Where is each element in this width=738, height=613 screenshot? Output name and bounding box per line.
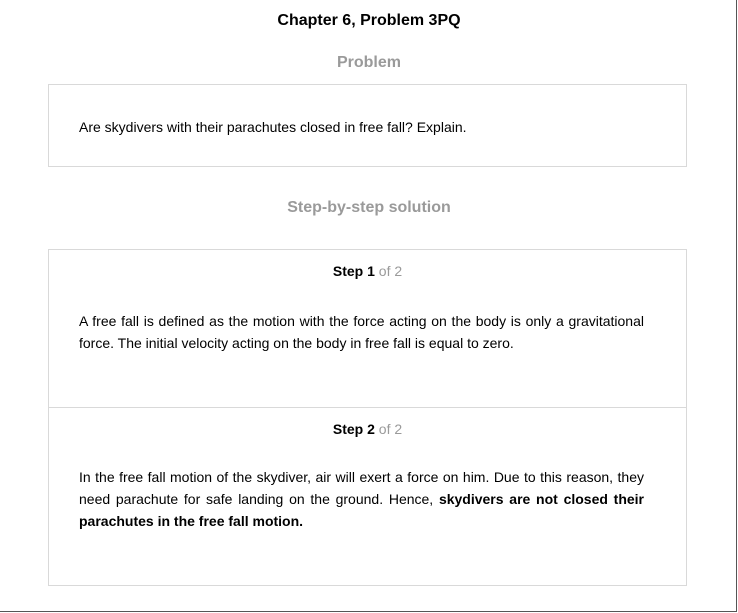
problem-heading: Problem (336, 54, 401, 71)
step-word: Step (332, 263, 364, 279)
step-count: of 2 (378, 263, 403, 279)
step-count: of 2 (378, 421, 403, 437)
solution-heading: Step-by-step solution (287, 199, 451, 216)
step-header: Step 2 of 2 (49, 421, 686, 437)
step-text-regular: A free fall is defined as the motion wit… (79, 313, 644, 351)
problem-text: Are skydivers with their parachutes clos… (79, 119, 467, 135)
step-panel: Step 2 of 2 In the free fall motion of t… (49, 408, 686, 585)
step-text: In the free fall motion of the skydiver,… (79, 466, 644, 532)
step-text: A free fall is defined as the motion wit… (79, 310, 644, 354)
step-header: Step 1 of 2 (49, 263, 686, 279)
step-word: Step (332, 421, 364, 437)
problem-box: Are skydivers with their parachutes clos… (48, 84, 687, 167)
page-title: Chapter 6, Problem 3PQ (277, 12, 461, 29)
step-number: 2 (367, 421, 375, 437)
step-panel: Step 1 of 2 A free fall is defined as th… (49, 250, 686, 408)
solution-box: Step 1 of 2 A free fall is defined as th… (48, 249, 687, 586)
step-number: 1 (367, 263, 375, 279)
